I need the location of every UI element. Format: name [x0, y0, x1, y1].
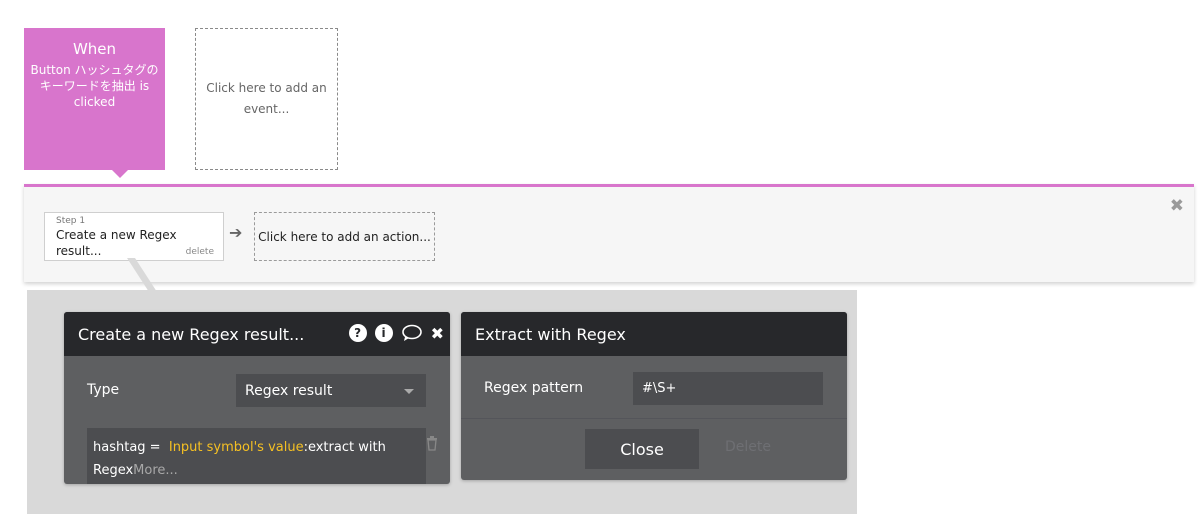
action-editor-header: Create a new Regex result... ? i ✖	[64, 312, 450, 356]
step-delete-link[interactable]: delete	[186, 247, 214, 257]
more-link[interactable]: More...	[133, 463, 178, 478]
close-icon[interactable]: ✖	[1170, 196, 1184, 216]
close-button[interactable]: Close	[585, 429, 699, 469]
regex-pattern-input[interactable]: #\S+	[633, 372, 823, 405]
extract-regex-title: Extract with Regex	[475, 324, 626, 344]
comment-icon[interactable]	[401, 324, 423, 342]
close-icon[interactable]: ✖	[431, 324, 444, 343]
field-equals: =	[145, 440, 165, 455]
event-when-title: When	[72, 40, 117, 58]
event-when-card[interactable]: When Button ハッシュタグの キーワードを抽出 is clicked	[24, 28, 165, 178]
trash-icon[interactable]	[426, 436, 438, 455]
arrow-right-icon: ➔	[229, 223, 243, 242]
type-label: Type	[87, 382, 120, 398]
extract-regex-panel: Extract with Regex Regex pattern #\S+ Cl…	[461, 312, 847, 480]
event-pointer	[112, 170, 128, 178]
event-when-description: Button ハッシュタグの キーワードを抽出 is clicked	[30, 63, 159, 109]
action-editor-title: Create a new Regex result...	[78, 324, 305, 344]
step-card[interactable]: Step 1 Create a new Regex result... dele…	[44, 212, 224, 261]
header-icons: ? i ✖	[348, 324, 444, 343]
regex-pattern-label: Regex pattern	[484, 380, 584, 396]
workflow-strip: ✖ Step 1 Create a new Regex result... de…	[24, 184, 1194, 282]
action-editor-panel: Create a new Regex result... ? i ✖ Type …	[64, 312, 450, 484]
add-event-button[interactable]: Click here to add an event...	[195, 28, 338, 170]
panel-pointer-tail	[127, 258, 157, 292]
help-icon[interactable]: ?	[348, 324, 367, 342]
chevron-down-icon	[404, 389, 414, 394]
step-label: Step 1	[56, 216, 86, 226]
field-highlight[interactable]: Input symbol's value	[169, 440, 304, 455]
hashtag-field-expression[interactable]: hashtag = Input symbol's value:extract w…	[87, 428, 426, 484]
type-select-value: Regex result	[245, 382, 333, 399]
type-select[interactable]: Regex result	[236, 374, 426, 407]
panel-divider	[461, 418, 847, 419]
extract-regex-header: Extract with Regex	[461, 312, 847, 356]
add-action-button[interactable]: Click here to add an action...	[254, 212, 435, 261]
regex-pattern-value: #\S+	[642, 381, 677, 396]
field-name: hashtag	[93, 440, 146, 455]
info-icon[interactable]: i	[374, 324, 393, 342]
delete-button[interactable]: Delete	[725, 439, 771, 455]
